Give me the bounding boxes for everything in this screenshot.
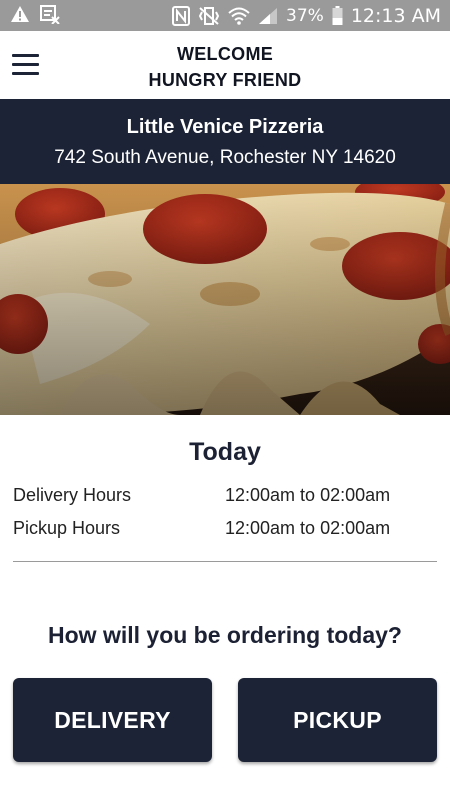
delivery-hours-value: 12:00am to 02:00am (225, 485, 391, 505)
nfc-icon (172, 5, 191, 26)
hours-title: Today (189, 438, 261, 466)
status-bar: 37% 12:13 AM (0, 0, 450, 31)
pickup-hours-label: Pickup Hours (13, 518, 121, 538)
ordering-question: How will you be ordering today? (48, 622, 402, 648)
pickup-hours-value: 12:00am to 02:00am (225, 518, 391, 538)
page-title: WELCOME HUNGRY FRIEND (90, 41, 360, 93)
app-header: WELCOME HUNGRY FRIEND (0, 31, 450, 101)
delivery-button-label: DELIVERY (54, 706, 171, 733)
restaurant-address: 742 South Avenue, Rochester NY 14620 (54, 147, 396, 168)
clock: 12:13 AM (350, 4, 441, 27)
delivery-button[interactable]: DELIVERY (13, 678, 212, 762)
vibrate-icon (198, 6, 220, 26)
battery-icon (332, 5, 343, 26)
pickup-hours-row: Pickup Hours 12:00am to 02:00am (13, 518, 410, 542)
delivery-hours-row: Delivery Hours 12:00am to 02:00am (13, 485, 410, 509)
battery-percent: 37% (286, 5, 324, 26)
restaurant-banner: Little Venice Pizzeria 742 South Avenue,… (0, 101, 450, 184)
image-off-icon (40, 4, 60, 24)
divider (13, 561, 437, 562)
pickup-button-label: PICKUP (293, 706, 382, 733)
restaurant-name: Little Venice Pizzeria (126, 116, 324, 138)
hamburger-menu-icon[interactable] (12, 54, 39, 76)
signal-icon (258, 7, 278, 25)
delivery-hours-label: Delivery Hours (13, 485, 132, 505)
header-title-line1: WELCOME (176, 44, 274, 64)
pizza-hero-image (0, 184, 450, 415)
wifi-icon (228, 7, 250, 25)
warning-icon (10, 5, 30, 23)
pickup-button[interactable]: PICKUP (238, 678, 437, 762)
header-title-line2: HUNGRY FRIEND (148, 70, 302, 90)
